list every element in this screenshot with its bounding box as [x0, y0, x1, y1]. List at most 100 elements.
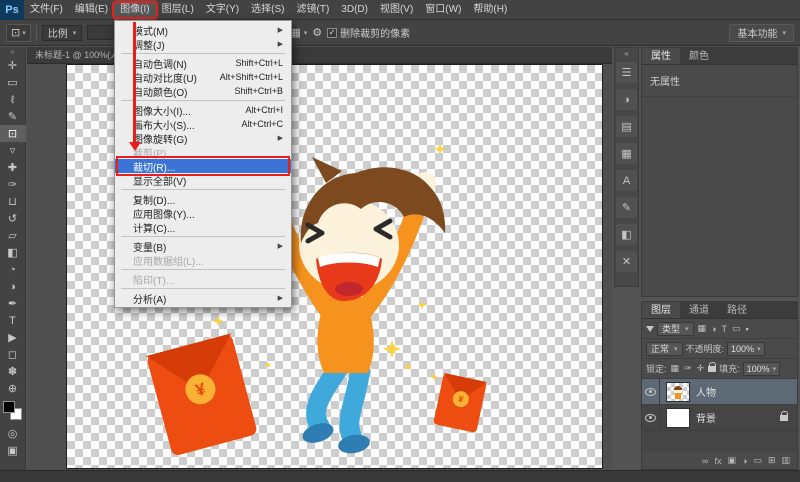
menu-item-adjustments[interactable]: 调整(J)▶: [115, 37, 291, 51]
menubar-item-type[interactable]: 文字(Y): [200, 0, 245, 20]
menu-item-auto-color[interactable]: 自动颜色(O)Shift+Ctrl+B: [115, 84, 291, 98]
menubar-item-layer[interactable]: 图层(L): [156, 0, 200, 20]
tab-color[interactable]: 颜色: [680, 48, 718, 64]
current-tool-badge[interactable]: ⊡ ▾: [6, 24, 31, 42]
tab-properties[interactable]: 属性: [642, 48, 680, 64]
color-swatches[interactable]: [0, 399, 26, 425]
filter-shape-layers-icon[interactable]: ▭: [731, 323, 742, 334]
collapsed-panel-icon-5[interactable]: A: [616, 170, 637, 191]
filter-pixel-layers-icon[interactable]: ▦: [697, 323, 708, 334]
blur-tool[interactable]: ◔: [0, 261, 26, 278]
menu-item-image-size[interactable]: 图像大小(I)...Alt+Ctrl+I: [115, 103, 291, 117]
collapsed-panel-icon-1[interactable]: ☰: [616, 62, 637, 83]
eraser-tool[interactable]: ▱: [0, 227, 26, 244]
screen-mode-tool[interactable]: ▣: [0, 442, 26, 459]
dodge-tool[interactable]: ◑: [0, 278, 26, 295]
collapsed-panel-icon-2[interactable]: ◑: [616, 89, 637, 110]
tab-layers[interactable]: 图层: [642, 302, 680, 318]
menu-item-reveal-all[interactable]: 显示全部(V): [115, 173, 291, 187]
lasso-tool[interactable]: ℓ: [0, 91, 26, 108]
layer-row-background[interactable]: 背景: [642, 405, 797, 431]
quick-mask-tool[interactable]: ◎: [0, 425, 26, 442]
gradient-tool[interactable]: ◧: [0, 244, 26, 261]
crop-settings-gear-icon[interactable]: ⚙: [312, 26, 322, 39]
dock-collapse-button[interactable]: «: [624, 48, 628, 59]
menubar-item-select[interactable]: 选择(S): [245, 0, 290, 20]
layer-visibility-toggle[interactable]: [642, 405, 660, 430]
new-layer-icon[interactable]: ⊞: [768, 455, 776, 466]
fill-input[interactable]: 100% ▾: [743, 362, 781, 376]
menu-item-image-rotation[interactable]: 图像旋转(G)▶: [115, 131, 291, 145]
menu-item-mode[interactable]: 模式(M)▶: [115, 23, 291, 37]
toolbar-collapse-button[interactable]: «: [11, 48, 15, 57]
lock-paint-icon[interactable]: ✑: [683, 363, 693, 374]
collapsed-panel-icon-6[interactable]: ✎: [616, 197, 637, 218]
move-tool[interactable]: ✛: [0, 57, 26, 74]
menu-item-crop[interactable]: 裁剪(P): [115, 145, 291, 159]
menu-item-variables[interactable]: 变量(B)▶: [115, 239, 291, 253]
add-mask-icon[interactable]: ▣: [727, 455, 736, 466]
blend-mode-select[interactable]: 正常 ▾: [646, 342, 683, 356]
quick-selection-tool[interactable]: ✎: [0, 108, 26, 125]
type-tool[interactable]: T: [0, 312, 26, 329]
hand-tool[interactable]: ✽: [0, 363, 26, 380]
filter-adjustment-layers-icon[interactable]: ◑: [710, 324, 717, 334]
opacity-input[interactable]: 100% ▾: [727, 342, 765, 356]
collapsed-panel-icon-3[interactable]: ▤: [616, 116, 637, 137]
menu-item-auto-contrast[interactable]: 自动对比度(U)Alt+Shift+Ctrl+L: [115, 70, 291, 84]
shape-tool[interactable]: ◻: [0, 346, 26, 363]
layer-filter-select[interactable]: 类型 ▾: [657, 322, 694, 336]
healing-brush-tool[interactable]: ✚: [0, 159, 26, 176]
menu-item-calculations[interactable]: 计算(C)...: [115, 220, 291, 234]
menu-item-auto-tone[interactable]: 自动色调(N)Shift+Ctrl+L: [115, 56, 291, 70]
menubar-item-filter[interactable]: 滤镜(T): [291, 0, 336, 20]
filter-smart-object-icon[interactable]: ▪: [745, 324, 750, 334]
layer-visibility-toggle[interactable]: [642, 379, 660, 404]
tab-channels[interactable]: 通道: [680, 302, 718, 318]
foreground-color-swatch[interactable]: [3, 401, 15, 413]
pen-tool[interactable]: ✒: [0, 295, 26, 312]
menubar-item-file[interactable]: 文件(F): [24, 0, 69, 20]
path-selection-tool[interactable]: ▶: [0, 329, 26, 346]
lock-transparency-icon[interactable]: ▦: [670, 363, 681, 374]
menubar-item-image[interactable]: 图像(I): [114, 0, 155, 20]
layer-thumbnail[interactable]: [666, 408, 690, 428]
zoom-tool[interactable]: ⊕: [0, 380, 26, 397]
crop-tool[interactable]: ⊡: [0, 125, 26, 142]
lock-position-icon[interactable]: ✛: [696, 363, 706, 374]
layer-row-character[interactable]: 人物: [642, 379, 797, 405]
menu-item-duplicate[interactable]: 复制(D)...: [115, 192, 291, 206]
delete-cropped-pixels-checkbox[interactable]: ✓ 删除裁剪的像素: [327, 25, 410, 40]
delete-layer-icon[interactable]: ▥: [781, 455, 790, 466]
menubar-item-edit[interactable]: 编辑(E): [69, 0, 114, 20]
filter-type-layers-icon[interactable]: T: [720, 324, 728, 334]
menubar-item-view[interactable]: 视图(V): [374, 0, 419, 20]
menu-item-canvas-size[interactable]: 画布大小(S)...Alt+Ctrl+C: [115, 117, 291, 131]
menu-item-apply-data-set[interactable]: 应用数据组(L)...: [115, 253, 291, 267]
adjustment-layer-icon[interactable]: ◑: [742, 456, 747, 466]
brush-tool[interactable]: ✑: [0, 176, 26, 193]
crop-ratio-select[interactable]: 比例 ▾: [42, 25, 83, 41]
workspace-switcher[interactable]: 基本功能 ▾: [729, 24, 794, 42]
menu-item-trap[interactable]: 陷印(T)...: [115, 272, 291, 286]
link-layers-icon[interactable]: ∞: [702, 456, 708, 466]
overlay-options-button[interactable]: ▦ ▾: [290, 26, 307, 39]
clone-stamp-tool[interactable]: ⊔: [0, 193, 26, 210]
layer-name[interactable]: 人物: [696, 384, 716, 399]
new-group-icon[interactable]: ▭: [753, 455, 762, 466]
collapsed-panel-icon-8[interactable]: ✕: [616, 251, 637, 272]
collapsed-panel-icon-7[interactable]: ◧: [616, 224, 637, 245]
layer-thumbnail[interactable]: [666, 382, 690, 402]
history-brush-tool[interactable]: ↺: [0, 210, 26, 227]
layer-style-icon[interactable]: fx: [714, 456, 721, 466]
collapsed-panel-icon-4[interactable]: ▦: [616, 143, 637, 164]
menubar-item-window[interactable]: 窗口(W): [419, 0, 467, 20]
menubar-item-help[interactable]: 帮助(H): [467, 0, 513, 20]
eyedropper-tool[interactable]: ▿: [0, 142, 26, 159]
tab-paths[interactable]: 路径: [718, 302, 756, 318]
menubar-item-3d[interactable]: 3D(D): [335, 0, 374, 20]
lock-all-icon[interactable]: [708, 366, 716, 372]
menu-item-trim[interactable]: 裁切(R)...: [115, 159, 291, 173]
layer-name[interactable]: 背景: [696, 410, 716, 425]
menu-item-analysis[interactable]: 分析(A)▶: [115, 291, 291, 305]
